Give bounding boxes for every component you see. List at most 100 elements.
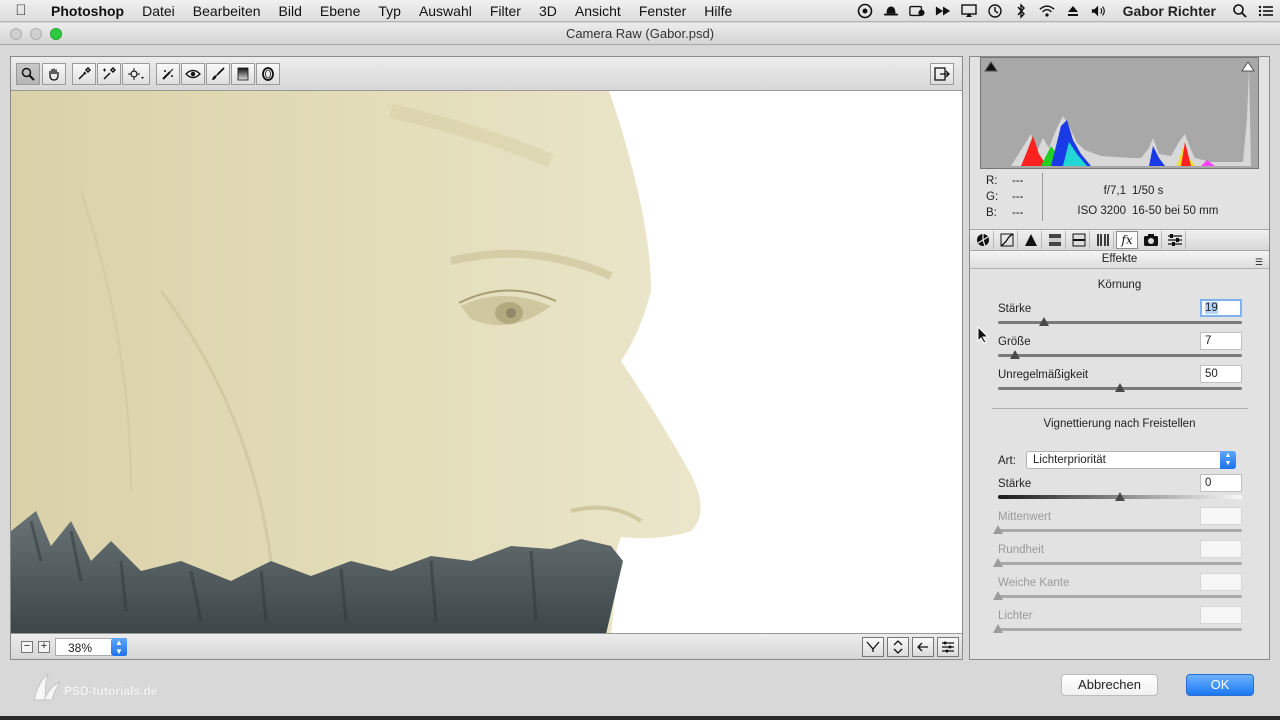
image-preview[interactable] <box>11 91 962 634</box>
effects-icon[interactable]: fx <box>1116 231 1138 249</box>
grain-amount-field[interactable]: 19 <box>1200 299 1242 317</box>
highlight-clipping-warning-icon[interactable] <box>1241 60 1255 72</box>
panel-menu-icon[interactable]: ☰ <box>1255 254 1263 271</box>
apple-menu-icon[interactable]:  <box>0 2 42 19</box>
grain-roughness-field[interactable]: 50 <box>1200 365 1242 383</box>
vignette-group-title: Vignettierung nach Freistellen <box>1043 418 1196 430</box>
section-header: Effekte ☰ <box>970 251 1269 269</box>
graduated-filter-icon[interactable] <box>231 63 255 85</box>
vignette-roundness-field <box>1200 540 1242 558</box>
vignette-amount-field[interactable]: 0 <box>1200 474 1242 492</box>
menu-filter[interactable]: Filter <box>481 3 530 19</box>
white-balance-tool-icon[interactable] <box>72 63 96 85</box>
slider-track[interactable] <box>998 321 1242 324</box>
slider-thumb[interactable] <box>1010 350 1021 359</box>
tone-curve-icon[interactable] <box>996 231 1018 249</box>
grain-roughness-label: Unregelmäßigkeit <box>998 369 1089 381</box>
vignette-highlights-field <box>1200 606 1242 624</box>
vignette-highlights-slider: Lichter <box>993 606 1242 642</box>
lens-corrections-icon[interactable] <box>1092 231 1114 249</box>
menu-bar:  Photoshop Datei Bearbeiten Bild Ebene … <box>0 0 1280 22</box>
bluetooth-icon[interactable] <box>1013 3 1029 19</box>
hand-tool-icon[interactable] <box>42 63 66 85</box>
slider-track <box>998 562 1242 565</box>
cancel-button[interactable]: Abbrechen <box>1061 674 1158 696</box>
grain-roughness-slider[interactable]: Unregelmäßigkeit 50 <box>998 365 1242 401</box>
chevron-updown-icon: ▲ ▼ <box>1220 451 1236 469</box>
wifi-icon[interactable] <box>1039 4 1055 18</box>
basic-icon[interactable] <box>972 231 994 249</box>
eject-icon[interactable] <box>1065 4 1081 18</box>
presets-icon[interactable] <box>1164 231 1186 249</box>
menu-hilfe[interactable]: Hilfe <box>695 3 741 19</box>
user-name[interactable]: Gabor Richter <box>1117 3 1222 19</box>
slider-track <box>998 529 1242 532</box>
r-value: --- <box>1012 175 1024 187</box>
vignette-roundness-slider: Rundheit <box>993 540 1242 576</box>
toggle-settings-icon[interactable] <box>937 637 959 657</box>
camera-raw-dialog: − + 38% ▲ ▼ R: --- G: --- B: --- f/7,1 1… <box>0 46 1280 720</box>
radial-filter-icon[interactable] <box>256 63 280 85</box>
grain-amount-label: Stärke <box>998 303 1032 315</box>
iso: ISO 3200 <box>1077 205 1126 217</box>
slider-thumb[interactable] <box>1039 317 1050 326</box>
menu-ebene[interactable]: Ebene <box>311 3 369 19</box>
zoom-stepper-icon[interactable]: ▲ ▼ <box>111 638 127 656</box>
camera-calibration-icon[interactable] <box>1140 231 1162 249</box>
menu-fenster[interactable]: Fenster <box>630 3 695 19</box>
zoom-tool-icon[interactable] <box>16 63 40 85</box>
volume-icon[interactable] <box>1091 4 1107 18</box>
zoom-out-button[interactable]: − <box>21 641 33 653</box>
bowler-hat-icon[interactable] <box>883 4 899 18</box>
shadow-clipping-warning-icon[interactable] <box>984 60 998 72</box>
slider-thumb[interactable] <box>1115 492 1125 501</box>
zoom-in-button[interactable]: + <box>38 641 50 653</box>
detail-icon[interactable] <box>1020 231 1042 249</box>
vignette-amount-slider[interactable]: Stärke 0 <box>998 474 1242 510</box>
slider-thumb[interactable] <box>1115 383 1125 392</box>
copy-settings-icon[interactable] <box>912 637 934 657</box>
time-machine-icon[interactable] <box>987 4 1003 18</box>
menu-ansicht[interactable]: Ansicht <box>566 3 630 19</box>
split-toning-icon[interactable] <box>1068 231 1090 249</box>
menu-3d[interactable]: 3D <box>530 3 566 19</box>
menu-datei[interactable]: Datei <box>133 3 184 19</box>
menu-auswahl[interactable]: Auswahl <box>410 3 481 19</box>
ok-button[interactable]: OK <box>1186 674 1254 696</box>
camera-badge-icon[interactable] <box>908 4 925 18</box>
status-bar: − + 38% ▲ ▼ <box>11 633 962 659</box>
grain-amount-slider[interactable]: Stärke 19 <box>998 299 1242 335</box>
g-label: G: <box>986 191 999 203</box>
vignette-midpoint-label: Mittenwert <box>998 511 1052 523</box>
grain-size-slider[interactable]: Größe 7 <box>998 332 1242 368</box>
list-icon[interactable] <box>1258 4 1274 18</box>
b-value: --- <box>1012 207 1024 219</box>
menu-typ[interactable]: Typ <box>369 3 410 19</box>
vignette-style-select[interactable]: Lichterpriorität ▲ ▼ <box>1026 451 1236 469</box>
slider-track[interactable] <box>998 354 1242 357</box>
spot-removal-tool-icon[interactable] <box>156 63 180 85</box>
r-label: R: <box>986 175 998 187</box>
vignette-style-value: Lichterpriorität <box>1033 454 1106 466</box>
hsl-icon[interactable] <box>1044 231 1066 249</box>
adjustment-brush-icon[interactable] <box>206 63 230 85</box>
g-value: --- <box>1012 191 1024 203</box>
airplay-icon[interactable] <box>960 4 977 18</box>
targeted-adjustment-tool-icon[interactable] <box>122 63 150 85</box>
slider-thumb <box>993 525 1003 534</box>
rgb-readout: R: --- G: --- B: --- <box>986 173 1038 221</box>
open-preferences-icon[interactable] <box>930 63 954 85</box>
search-icon[interactable] <box>1232 4 1248 18</box>
arrows-icon[interactable] <box>935 4 951 18</box>
menu-bearbeiten[interactable]: Bearbeiten <box>184 3 270 19</box>
info-divider <box>1042 173 1043 221</box>
color-sampler-tool-icon[interactable] <box>97 63 121 85</box>
grain-size-field[interactable]: 7 <box>1200 332 1242 350</box>
creative-cloud-icon[interactable] <box>857 3 873 19</box>
before-after-icon[interactable] <box>862 637 884 657</box>
menu-bild[interactable]: Bild <box>270 3 311 19</box>
menu-app[interactable]: Photoshop <box>42 3 133 19</box>
red-eye-tool-icon[interactable] <box>181 63 205 85</box>
vignette-amount-label: Stärke <box>998 478 1032 490</box>
swap-settings-icon[interactable] <box>887 637 909 657</box>
